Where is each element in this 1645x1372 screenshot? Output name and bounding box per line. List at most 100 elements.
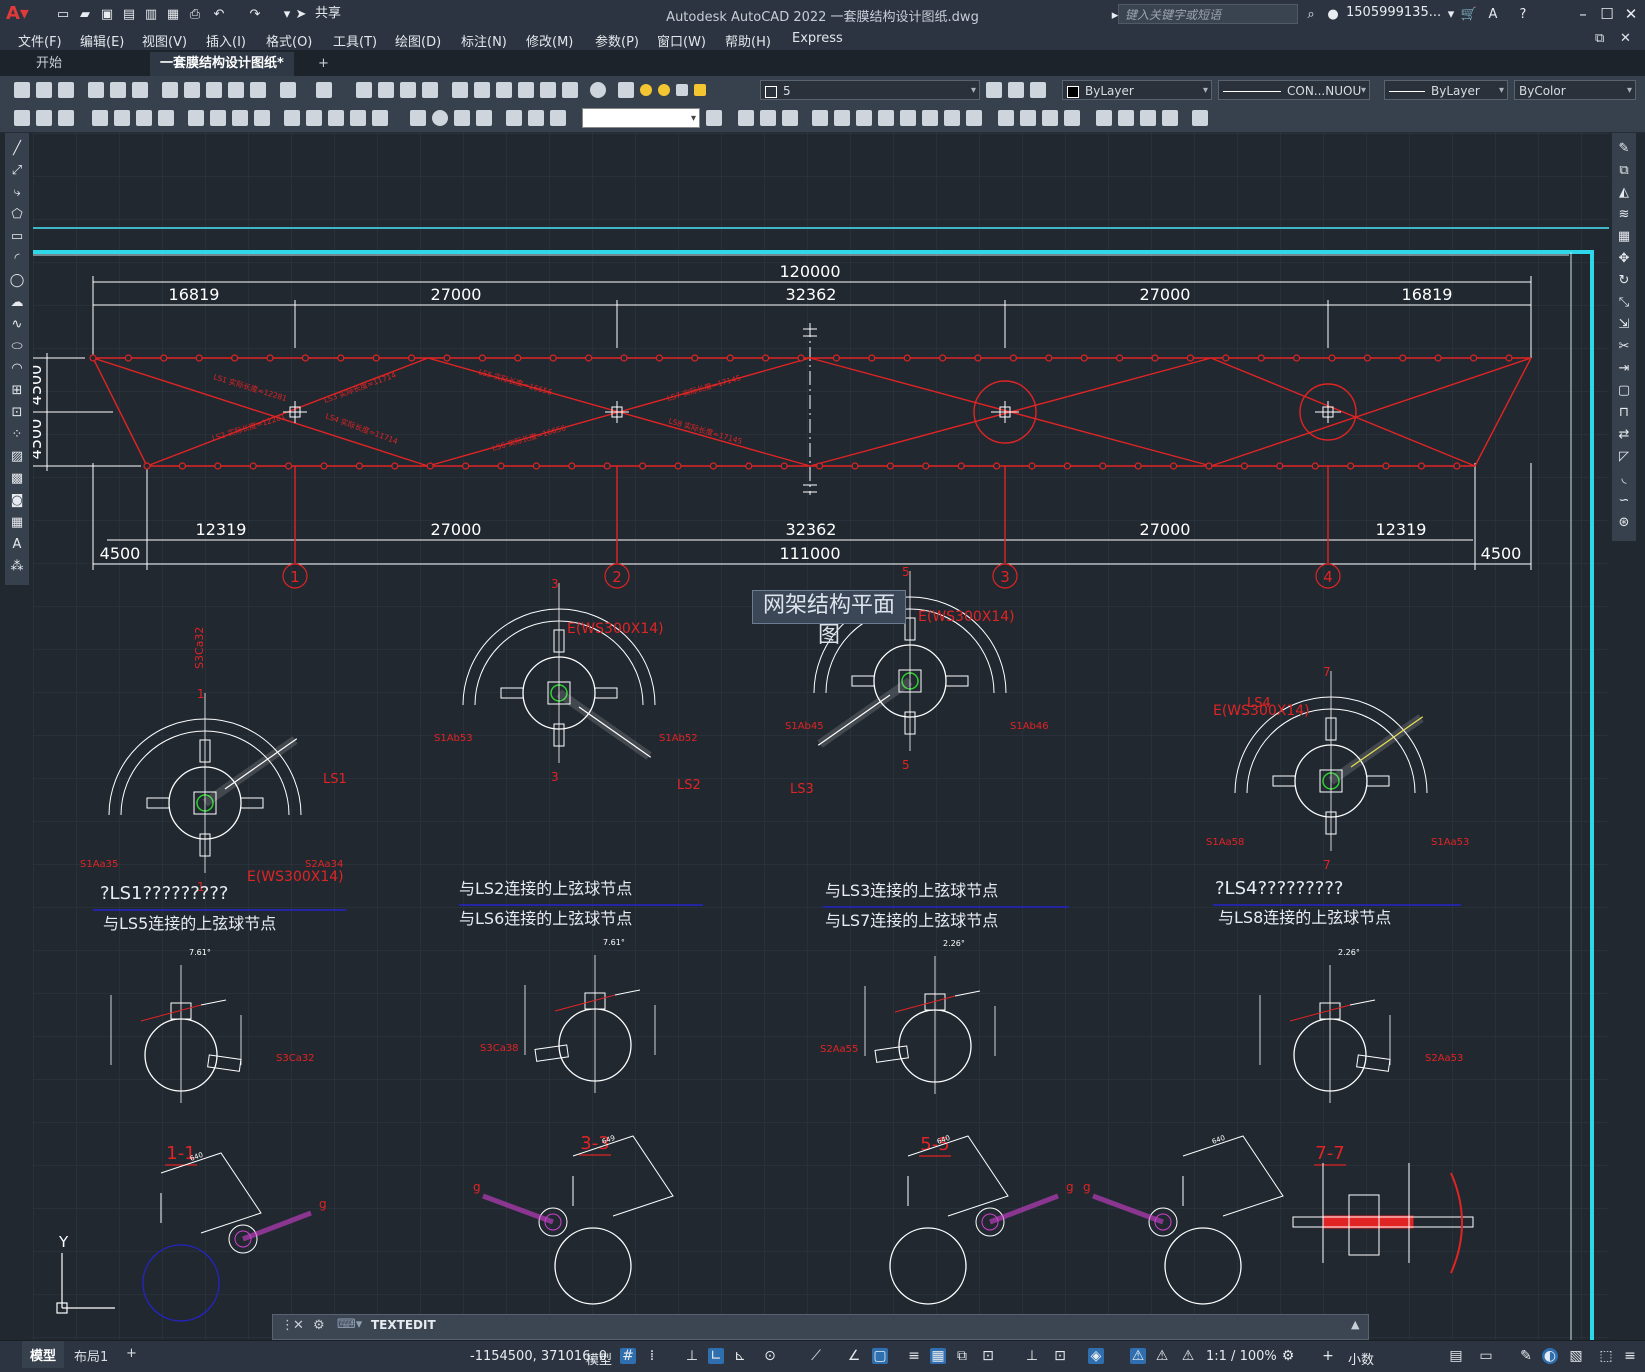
dim-text-edit-icon[interactable] xyxy=(528,110,544,126)
mirror-icon[interactable]: ◭ xyxy=(1616,185,1632,201)
move-icon[interactable] xyxy=(738,110,754,126)
chamfer-icon[interactable] xyxy=(1162,110,1178,126)
pan-icon[interactable] xyxy=(356,82,372,98)
close-cmd-icon[interactable]: ✕ xyxy=(293,1318,304,1333)
copy-object-icon[interactable] xyxy=(760,110,776,126)
annotation-monitor-icon[interactable]: + xyxy=(1320,1348,1336,1364)
transparency-icon[interactable]: ▦ xyxy=(930,1348,946,1364)
block-editor-icon[interactable] xyxy=(250,82,266,98)
minimize-button[interactable]: – xyxy=(1572,3,1594,25)
angular-dim-icon[interactable] xyxy=(254,110,270,126)
hardware-acceleration-icon[interactable]: ◐ xyxy=(1542,1348,1558,1364)
layer-properties-icon[interactable] xyxy=(618,82,634,98)
tolerance-icon[interactable] xyxy=(410,110,426,126)
layer-lock-icon[interactable] xyxy=(694,84,706,96)
clean-screen-icon[interactable]: ▧ xyxy=(1568,1348,1584,1364)
menu-format[interactable]: 格式(O) xyxy=(266,31,312,50)
quick-properties-icon[interactable]: ▤ xyxy=(1448,1348,1464,1364)
paste-icon[interactable] xyxy=(206,82,222,98)
layer-on-icon[interactable] xyxy=(640,84,652,96)
lineweight-dropdown[interactable]: ByLayer ▾ xyxy=(1384,80,1508,100)
join-icon[interactable] xyxy=(1042,110,1058,126)
undo-icon[interactable]: ↶ xyxy=(210,5,228,23)
open-folder-icon[interactable]: ▰ xyxy=(76,5,94,23)
circle-icon[interactable]: ◯ xyxy=(9,273,25,289)
fillet-icon[interactable]: ◟ xyxy=(1616,471,1632,487)
menu-express[interactable]: Express xyxy=(792,31,843,46)
join-icon[interactable]: ⇄ xyxy=(1616,427,1632,443)
zoom-realtime-icon[interactable] xyxy=(378,82,394,98)
redo-icon[interactable] xyxy=(316,82,332,98)
zoom-previous-icon[interactable] xyxy=(422,82,438,98)
isodraft-icon[interactable]: ⟋ xyxy=(808,1348,824,1364)
doc-close-icon[interactable]: ✕ xyxy=(1620,31,1631,46)
arc-icon[interactable]: ◜ xyxy=(9,251,25,267)
units-dropdown[interactable]: 小数 xyxy=(1348,1349,1374,1368)
save-icon[interactable]: ▣ xyxy=(98,5,116,23)
extend-icon[interactable]: ⇥ xyxy=(1616,361,1632,377)
copy-icon[interactable]: ⧉ xyxy=(1616,163,1632,179)
layer-previous-icon[interactable] xyxy=(1008,82,1024,98)
rectangle-icon[interactable]: ▭ xyxy=(9,229,25,245)
table-style-icon[interactable] xyxy=(58,110,74,126)
table-icon[interactable]: ▦ xyxy=(9,515,25,531)
help-icon[interactable] xyxy=(590,82,606,98)
search-icon[interactable]: ⌕ xyxy=(1302,5,1320,23)
menu-modify[interactable]: 修改(M) xyxy=(526,31,573,50)
gizmo-icon[interactable]: ◈ xyxy=(1088,1348,1104,1364)
ortho-icon[interactable]: ⊾ xyxy=(732,1348,748,1364)
new-icon[interactable] xyxy=(14,82,30,98)
new-file-icon[interactable]: ▭ xyxy=(54,5,72,23)
menu-edit[interactable]: 编辑(E) xyxy=(80,31,124,50)
plot-icon[interactable]: ⎙ xyxy=(186,5,204,23)
offset-icon[interactable] xyxy=(900,110,916,126)
menu-view[interactable]: 视图(V) xyxy=(142,31,187,50)
trim-icon[interactable] xyxy=(922,110,938,126)
undo-icon[interactable] xyxy=(280,82,296,98)
dim-style-icon[interactable] xyxy=(36,110,52,126)
diameter-dim-icon[interactable] xyxy=(232,110,248,126)
autocad-logo-icon[interactable]: A▾ xyxy=(6,3,34,25)
command-line[interactable]: ⋮ ✕ ⚙ ⌨▾ TEXTEDIT ▲ xyxy=(272,1314,1369,1340)
model-space-button[interactable]: 模型 xyxy=(586,1349,612,1368)
command-input[interactable]: TEXTEDIT xyxy=(371,1318,436,1332)
save-web-icon[interactable]: ▦ xyxy=(164,5,182,23)
menu-dimension[interactable]: 标注(N) xyxy=(461,31,507,50)
design-center-icon[interactable] xyxy=(474,82,490,98)
3d-osnap-icon[interactable]: ⊡ xyxy=(980,1348,996,1364)
user-name[interactable]: 1505999135... xyxy=(1346,5,1441,20)
explode-icon[interactable] xyxy=(998,110,1014,126)
layer-viewport-icon[interactable] xyxy=(676,84,688,96)
mtext-icon[interactable]: A xyxy=(9,537,25,553)
maximize-button[interactable]: ☐ xyxy=(1596,3,1618,25)
tab-model[interactable]: 模型 xyxy=(22,1341,65,1368)
erase-icon[interactable]: ✎ xyxy=(1616,141,1632,157)
dim-override-icon[interactable] xyxy=(706,110,722,126)
osnap-tracking-icon[interactable]: ∠ xyxy=(846,1348,862,1364)
baseline-dim-icon[interactable] xyxy=(306,110,322,126)
dim-update-icon[interactable] xyxy=(550,110,566,126)
sheet-set-icon[interactable] xyxy=(518,82,534,98)
line-icon[interactable]: ╱ xyxy=(9,141,25,157)
copy-icon[interactable] xyxy=(184,82,200,98)
region-icon[interactable] xyxy=(1192,110,1208,126)
menu-file[interactable]: 文件(F) xyxy=(18,31,62,50)
annotation-scale-icon[interactable]: ⚠ xyxy=(1180,1348,1196,1364)
layer-freeze-icon[interactable] xyxy=(658,84,670,96)
quickcalc-icon[interactable] xyxy=(562,82,578,98)
make-current-layer-icon[interactable] xyxy=(986,82,1002,98)
workspace-icon[interactable]: ⚙ xyxy=(1280,1348,1296,1364)
dimstyle-dropdown[interactable]: ▾ xyxy=(582,108,700,128)
lengthen-icon[interactable] xyxy=(1118,110,1134,126)
lineweight-icon[interactable]: ≡ xyxy=(906,1348,922,1364)
draworder-icon[interactable] xyxy=(1096,110,1112,126)
stretch-icon[interactable]: ⇲ xyxy=(1616,317,1632,333)
drawing-canvas[interactable]: 120000 16819 27000 32362 27000 16819 123… xyxy=(33,133,1609,1340)
tab-layout1[interactable]: 布局1 xyxy=(74,1346,108,1365)
save-as-icon[interactable]: ▤ xyxy=(120,5,138,23)
add-layout-icon[interactable]: + xyxy=(126,1346,137,1361)
fullscreen-icon[interactable]: ⬚ xyxy=(1598,1348,1614,1364)
arc-length-icon[interactable] xyxy=(136,110,152,126)
gradient-icon[interactable]: ▩ xyxy=(9,471,25,487)
tab-start[interactable]: 开始 xyxy=(26,52,72,76)
